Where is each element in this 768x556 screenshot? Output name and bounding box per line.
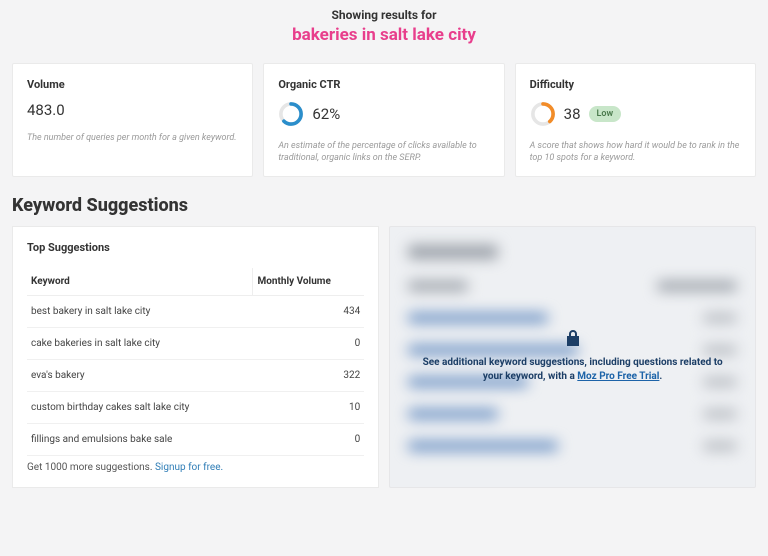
difficulty-desc: A score that shows how hard it would be … [530, 141, 741, 164]
lock-text: See additional keyword suggestions, incl… [418, 356, 727, 384]
table-row: custom birthday cakes salt lake city10 [27, 392, 364, 424]
keyword-cell: custom birthday cakes salt lake city [27, 392, 253, 424]
table-row: cake bakeries in salt lake city0 [27, 328, 364, 360]
ctr-card: Organic CTR 62% An estimate of the perce… [263, 63, 504, 177]
keyword-cell: fillings and emulsions bake sale [27, 424, 253, 456]
metrics-row: Volume 483.0 The number of queries per m… [0, 63, 768, 177]
lock-overlay: See additional keyword suggestions, incl… [390, 227, 755, 487]
difficulty-title: Difficulty [530, 78, 741, 91]
difficulty-card: Difficulty 38 Low A score that shows how… [515, 63, 756, 177]
results-header: Showing results for bakeries in salt lak… [0, 0, 768, 63]
volume-value: 483.0 [27, 101, 238, 119]
ctr-title: Organic CTR [278, 78, 489, 91]
volume-title: Volume [27, 78, 238, 91]
suggestions-table: Keyword Monthly Volume best bakery in sa… [27, 268, 364, 456]
top-suggestions-title: Top Suggestions [27, 241, 364, 254]
trial-link[interactable]: Moz Pro Free Trial [577, 371, 659, 382]
volume-cell: 0 [253, 424, 364, 456]
signup-link[interactable]: Signup for free. [155, 462, 223, 473]
results-label: Showing results for [0, 8, 768, 22]
volume-cell: 0 [253, 328, 364, 360]
volume-card: Volume 483.0 The number of queries per m… [12, 63, 253, 177]
volume-cell: 10 [253, 392, 364, 424]
volume-cell: 322 [253, 360, 364, 392]
results-query: bakeries in salt lake city [0, 25, 768, 45]
ctr-value: 62% [312, 105, 340, 123]
col-keyword: Keyword [27, 268, 253, 296]
col-volume: Monthly Volume [253, 268, 364, 296]
keyword-cell: cake bakeries in salt lake city [27, 328, 253, 360]
volume-desc: The number of queries per month for a gi… [27, 133, 238, 145]
difficulty-donut-icon [530, 101, 556, 127]
lock-icon [566, 330, 580, 350]
suggestions-heading: Keyword Suggestions [0, 177, 768, 226]
table-row: fillings and emulsions bake sale0 [27, 424, 364, 456]
table-row: best bakery in salt lake city434 [27, 296, 364, 328]
suggestions-cta: Get 1000 more suggestions. Signup for fr… [27, 462, 364, 473]
difficulty-pill: Low [589, 106, 622, 122]
keyword-cell: eva's bakery [27, 360, 253, 392]
volume-cell: 434 [253, 296, 364, 328]
ctr-donut-icon [278, 101, 304, 127]
keyword-cell: best bakery in salt lake city [27, 296, 253, 328]
cta-text: Get 1000 more suggestions. [27, 462, 155, 473]
top-suggestions-panel: Top Suggestions Keyword Monthly Volume b… [12, 226, 379, 488]
difficulty-value: 38 [564, 105, 581, 123]
table-row: eva's bakery322 [27, 360, 364, 392]
locked-suggestions-panel: See additional keyword suggestions, incl… [389, 226, 756, 488]
ctr-desc: An estimate of the percentage of clicks … [278, 141, 489, 164]
